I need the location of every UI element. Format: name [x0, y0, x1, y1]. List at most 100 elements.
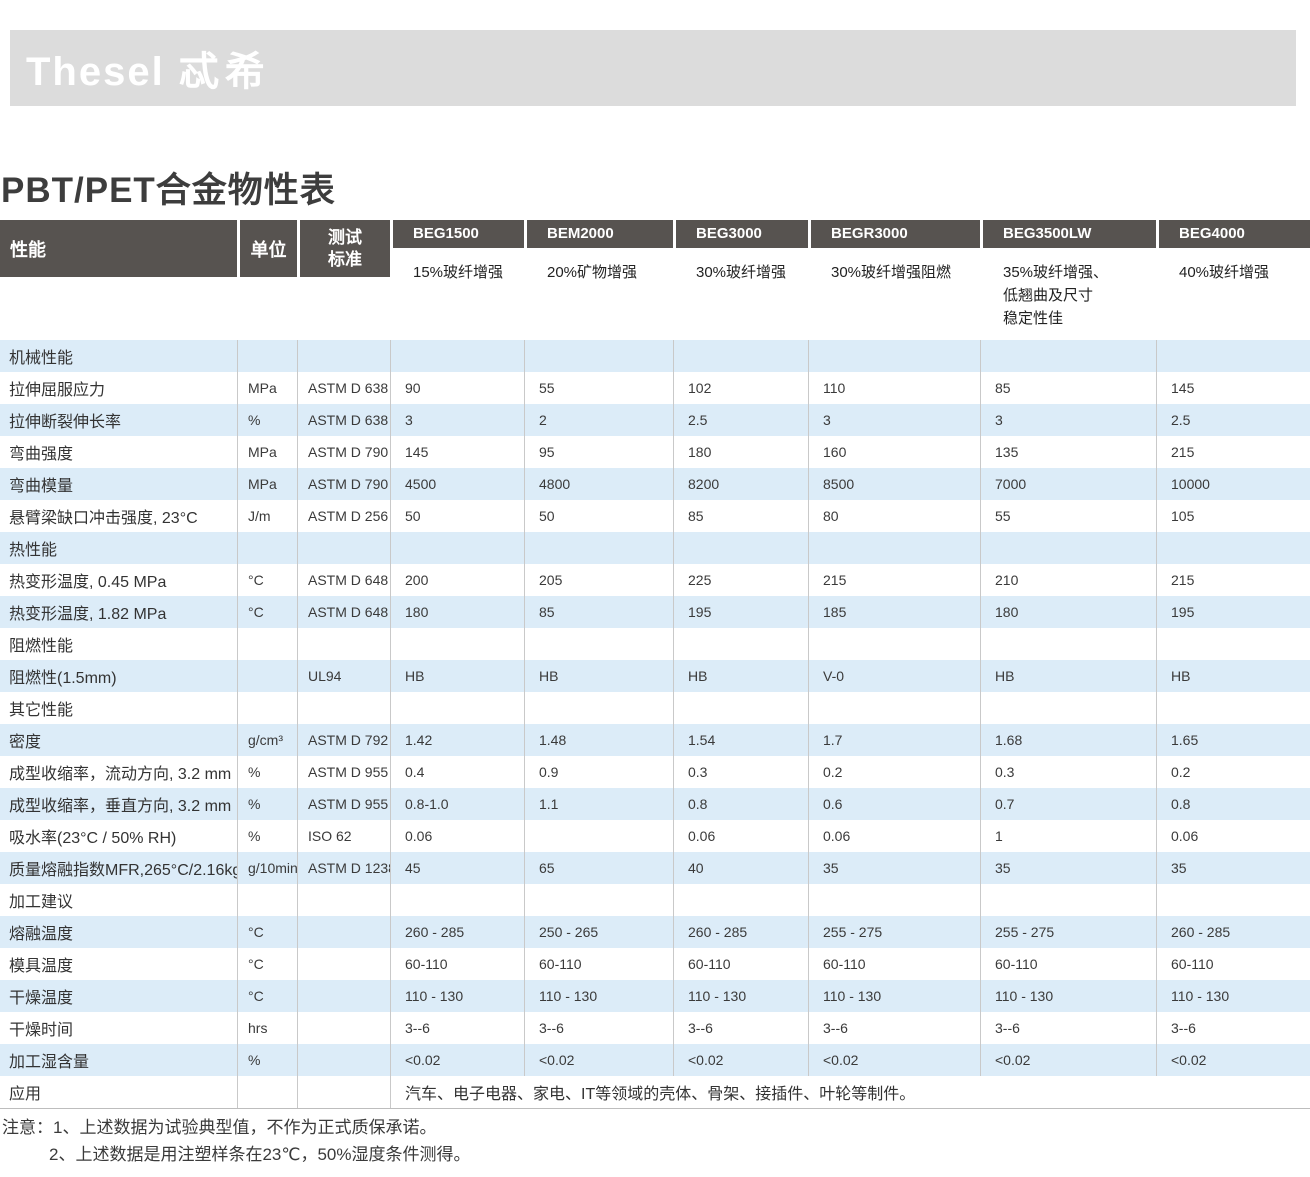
section-row: 阻燃性能 — [0, 628, 1310, 660]
value-cell: 0.06 — [673, 820, 808, 852]
value-cell — [673, 628, 808, 660]
unit-cell: MPa — [237, 372, 297, 404]
standard-cell — [297, 916, 390, 948]
value-cell: 4500 — [390, 468, 524, 500]
value-cell — [1156, 884, 1310, 916]
section-row: 加工建议 — [0, 884, 1310, 916]
value-cell — [980, 532, 1156, 564]
property-label: 热变形温度, 1.82 MPa — [0, 596, 237, 628]
value-cell: 195 — [673, 596, 808, 628]
value-cell: 50 — [524, 500, 673, 532]
property-label: 弯曲模量 — [0, 468, 237, 500]
property-label: 应用 — [0, 1076, 237, 1108]
value-cell: 110 - 130 — [1156, 980, 1310, 1012]
value-cell: 3 — [980, 404, 1156, 436]
standard-cell: ASTM D 648 — [297, 564, 390, 596]
unit-cell: g/cm³ — [237, 724, 297, 756]
property-label: 吸水率(23°C / 50% RH) — [0, 820, 237, 852]
unit-cell: % — [237, 788, 297, 820]
unit-cell: g/10min — [237, 852, 297, 884]
table-header-row: 性能 单位 测试 标准 BEG1500 15%玻纤增强 BEM2000 20%矿… — [0, 220, 1310, 340]
value-cell: 2.5 — [1156, 404, 1310, 436]
section-row: 其它性能 — [0, 692, 1310, 724]
property-label: 质量熔融指数MFR,265°C/2.16kg — [0, 852, 237, 884]
standard-cell: ASTM D 790 — [297, 436, 390, 468]
col-header-grade-beg3000: BEG3000 30%玻纤增强 — [673, 220, 808, 340]
property-label: 成型收缩率，垂直方向, 3.2 mm — [0, 788, 237, 820]
value-cell: 2.5 — [673, 404, 808, 436]
section-label: 加工建议 — [0, 884, 237, 916]
col-header-standard: 测试 标准 — [297, 220, 390, 277]
value-cell: 3 — [808, 404, 980, 436]
value-cell — [390, 884, 524, 916]
standard-cell — [297, 340, 390, 372]
standard-cell — [297, 1044, 390, 1076]
value-cell: 145 — [390, 436, 524, 468]
value-cell: 1.65 — [1156, 724, 1310, 756]
col-header-grade-beg4000: BEG4000 40%玻纤增强 — [1156, 220, 1310, 340]
section-row: 热性能 — [0, 532, 1310, 564]
property-label: 熔融温度 — [0, 916, 237, 948]
value-cell: 180 — [390, 596, 524, 628]
value-cell: 260 - 285 — [1156, 916, 1310, 948]
value-cell: 0.2 — [1156, 756, 1310, 788]
section-label: 阻燃性能 — [0, 628, 237, 660]
unit-cell: hrs — [237, 1012, 297, 1044]
value-cell: 60-110 — [1156, 948, 1310, 980]
value-cell: 35 — [1156, 852, 1310, 884]
unit-cell: J/m — [237, 500, 297, 532]
value-cell: 225 — [673, 564, 808, 596]
value-cell: 255 - 275 — [808, 916, 980, 948]
value-cell: 0.3 — [673, 756, 808, 788]
standard-cell: ASTM D 1238 — [297, 852, 390, 884]
value-cell: 60-110 — [980, 948, 1156, 980]
value-cell: 260 - 285 — [390, 916, 524, 948]
value-cell — [673, 340, 808, 372]
value-cell: 110 - 130 — [980, 980, 1156, 1012]
standard-cell — [297, 1012, 390, 1044]
unit-cell — [237, 1076, 297, 1108]
property-label: 成型收缩率，流动方向, 3.2 mm — [0, 756, 237, 788]
unit-cell: °C — [237, 916, 297, 948]
unit-cell: % — [237, 1044, 297, 1076]
value-cell: <0.02 — [390, 1044, 524, 1076]
property-label: 悬臂梁缺口冲击强度, 23°C — [0, 500, 237, 532]
value-cell: 4800 — [524, 468, 673, 500]
grade-name: BEG4000 — [1159, 220, 1310, 248]
brand-name-cn: 忒希 — [179, 50, 271, 94]
value-cell: 160 — [808, 436, 980, 468]
unit-cell — [237, 532, 297, 564]
value-cell: <0.02 — [524, 1044, 673, 1076]
section-row: 机械性能 — [0, 340, 1310, 372]
value-cell: 45 — [390, 852, 524, 884]
data-row: 熔融温度°C260 - 285250 - 265260 - 285255 - 2… — [0, 916, 1310, 948]
value-cell: 85 — [980, 372, 1156, 404]
value-cell: 35 — [808, 852, 980, 884]
unit-cell — [237, 692, 297, 724]
value-cell: 105 — [1156, 500, 1310, 532]
value-cell: 110 - 130 — [673, 980, 808, 1012]
standard-cell: ASTM D 955 — [297, 756, 390, 788]
value-cell: 3 — [390, 404, 524, 436]
property-label: 干燥温度 — [0, 980, 237, 1012]
value-cell: 8200 — [673, 468, 808, 500]
unit-cell: °C — [237, 596, 297, 628]
value-cell: 0.06 — [808, 820, 980, 852]
data-row: 热变形温度, 0.45 MPa°CASTM D 6482002052252152… — [0, 564, 1310, 596]
value-cell: 35 — [980, 852, 1156, 884]
value-cell: 85 — [524, 596, 673, 628]
value-cell — [673, 884, 808, 916]
standard-cell: ASTM D 638 — [297, 404, 390, 436]
unit-cell — [237, 628, 297, 660]
value-cell: 0.6 — [808, 788, 980, 820]
col-header-standard-line2: 标准 — [328, 250, 362, 269]
value-cell: HB — [390, 660, 524, 692]
value-cell: 80 — [808, 500, 980, 532]
value-cell — [524, 532, 673, 564]
value-cell: 1 — [980, 820, 1156, 852]
value-cell: 0.06 — [390, 820, 524, 852]
value-cell: 8500 — [808, 468, 980, 500]
property-label: 阻燃性(1.5mm) — [0, 660, 237, 692]
value-cell: 1.7 — [808, 724, 980, 756]
standard-cell: ASTM D 955 — [297, 788, 390, 820]
